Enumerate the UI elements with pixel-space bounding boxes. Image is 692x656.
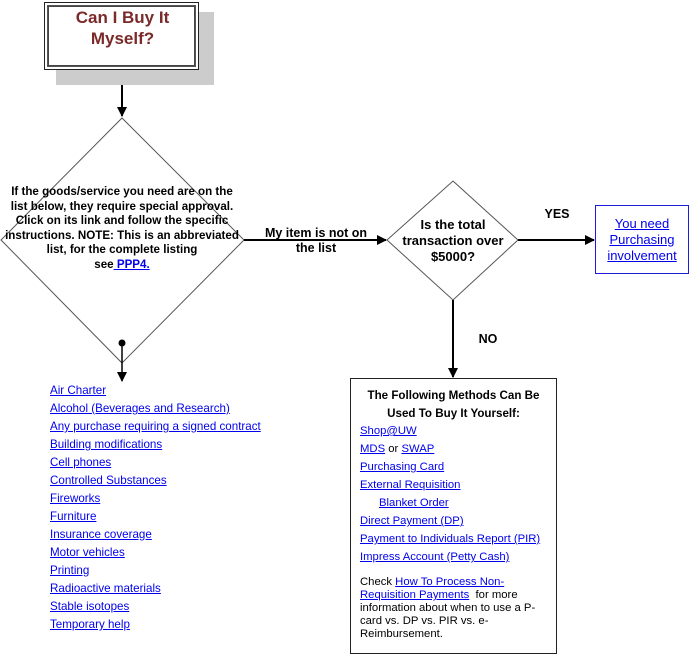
restricted-items-list: Air Charter Alcohol (Beverages and Resea… [50, 383, 261, 635]
methods-title: The Following Methods Can Be Used To Buy… [367, 389, 540, 420]
imprest-account-link[interactable]: Impress Account (Petty Cash) [360, 551, 509, 563]
restricted-item-link[interactable]: Air Charter [50, 384, 106, 397]
external-requisition-link[interactable]: External Requisition [360, 479, 460, 491]
list-item: MDS or SWAP [360, 441, 547, 459]
list-item: Payment to Individuals Report (PIR) [360, 531, 547, 549]
methods-box: The Following Methods Can Be Used To Buy… [350, 378, 557, 654]
restricted-item-link[interactable]: Furniture [50, 510, 96, 523]
shop-uw-link[interactable]: Shop@UW [360, 425, 417, 437]
edge-label-yes: YES [544, 207, 570, 221]
methods-note: Check How To Process Non-Requisition Pay… [360, 576, 547, 641]
purchasing-involvement-box: You need Purchasing involvement [595, 205, 689, 274]
direct-payment-link[interactable]: Direct Payment (DP) [360, 515, 464, 527]
list-item: Stable isotopes [50, 599, 261, 617]
decision1-see-prefix: see [94, 257, 114, 271]
list-item: Building modifications [50, 437, 261, 455]
restricted-item-link[interactable]: Temporary help [50, 618, 130, 631]
or-text: or [385, 443, 402, 455]
note-prefix: Check [360, 576, 396, 588]
purchasing-involvement-link[interactable]: You need Purchasing involvement [596, 216, 688, 264]
list-item: Blanket Order [360, 495, 547, 513]
restricted-item-link[interactable]: Motor vehicles [50, 546, 125, 559]
list-item: Radioactive materials [50, 581, 261, 599]
restricted-item-link[interactable]: Printing [50, 564, 89, 577]
restricted-item-link[interactable]: Insurance coverage [50, 528, 152, 541]
list-item: Shop@UW [360, 423, 547, 441]
list-item: Insurance coverage [50, 527, 261, 545]
mds-link[interactable]: MDS [360, 443, 385, 455]
restricted-item-link[interactable]: Fireworks [50, 492, 100, 505]
list-item: Printing [50, 563, 261, 581]
list-item: External Requisition [360, 477, 547, 495]
restricted-item-link[interactable]: Stable isotopes [50, 600, 129, 613]
list-item: Fireworks [50, 491, 261, 509]
list-item: Purchasing Card [360, 459, 547, 477]
pir-link[interactable]: Payment to Individuals Report (PIR) [360, 533, 540, 545]
restricted-item-link[interactable]: Alcohol (Beverages and Research) [50, 402, 230, 415]
edge-label-not-on-list: My item is not on the list [264, 226, 368, 255]
edge-label-no: NO [478, 332, 498, 346]
restricted-item-link[interactable]: Cell phones [50, 456, 111, 469]
restricted-item-link[interactable]: Controlled Substances [50, 474, 167, 487]
list-item: Temporary help [50, 617, 261, 635]
decision1-text: If the goods/service you need are on the… [4, 185, 240, 273]
list-item: Any purchase requiring a signed contract [50, 419, 261, 437]
swap-link[interactable]: SWAP [401, 443, 434, 455]
list-item: Cell phones [50, 455, 261, 473]
blanket-order-link[interactable]: Blanket Order [379, 497, 449, 509]
purchasing-card-link[interactable]: Purchasing Card [360, 461, 444, 473]
decision2-text: Is the total transaction over $5000? [402, 217, 504, 264]
decision1-question: If the goods/service you need are on the… [5, 185, 239, 257]
list-item: Motor vehicles [50, 545, 261, 563]
title-text: Can I Buy It Myself? [75, 8, 170, 48]
restricted-item-link[interactable]: Building modifications [50, 438, 162, 451]
restricted-item-link[interactable]: Any purchase requiring a signed contract [50, 420, 261, 433]
ppp4-link[interactable]: PPP4. [114, 258, 150, 271]
list-item: Alcohol (Beverages and Research) [50, 401, 261, 419]
list-item: Furniture [50, 509, 261, 527]
list-item: Controlled Substances [50, 473, 261, 491]
methods-list: Shop@UW MDS or SWAP Purchasing Card Exte… [360, 423, 547, 567]
list-item: Air Charter [50, 383, 261, 401]
restricted-item-link[interactable]: Radioactive materials [50, 582, 161, 595]
list-item: Direct Payment (DP) [360, 513, 547, 531]
list-item: Impress Account (Petty Cash) [360, 549, 547, 567]
